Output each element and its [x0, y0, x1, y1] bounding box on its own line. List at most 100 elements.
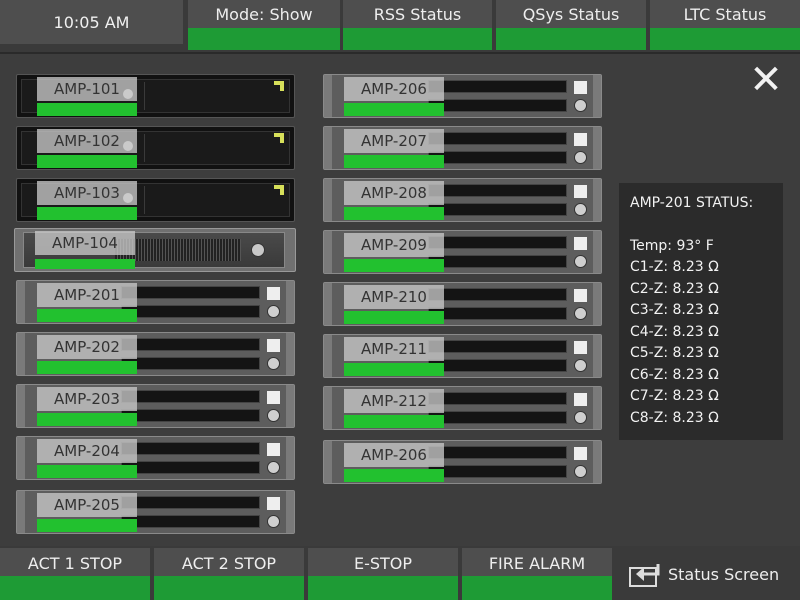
brand-logo-icon	[574, 447, 587, 460]
amp-209[interactable]: AMP-209	[323, 230, 602, 274]
amp-status-indicator	[344, 103, 444, 116]
amp-status-indicator	[344, 469, 444, 482]
act2-stop-label: ACT 2 STOP	[181, 553, 277, 573]
amp-label: AMP-210	[344, 285, 444, 309]
act2-stop-indicator	[154, 576, 304, 600]
knob-icon	[574, 203, 587, 216]
amp-206-b[interactable]: AMP-206	[323, 440, 602, 484]
amp-211[interactable]: AMP-211	[323, 334, 602, 378]
knob-icon	[574, 151, 587, 164]
tab-ltc-status[interactable]: LTC Status	[650, 0, 800, 50]
status-channel: C3-Z: 8.23 Ω	[630, 302, 719, 318]
brand-logo-icon	[267, 443, 280, 456]
amp-status-indicator	[37, 155, 137, 168]
brand-logo-icon	[574, 185, 587, 198]
brand-logo-icon	[574, 289, 587, 302]
amp-101[interactable]: AMP-101	[16, 74, 295, 118]
knob-icon	[267, 305, 280, 318]
tab-mode-indicator	[188, 28, 340, 50]
tab-rss-status[interactable]: RSS Status	[343, 0, 492, 50]
amp-status-indicator	[35, 259, 135, 269]
amp-label: AMP-104	[35, 231, 135, 255]
tab-mode[interactable]: Mode: Show	[188, 0, 340, 50]
act1-stop-label: ACT 1 STOP	[27, 553, 123, 573]
tab-rss-status-label: RSS Status	[373, 4, 462, 24]
amp-label: AMP-201	[37, 283, 137, 307]
amp-label: AMP-209	[344, 233, 444, 257]
amp-label: AMP-212	[344, 389, 444, 413]
brand-logo-icon	[267, 339, 280, 352]
brand-logo-icon	[574, 393, 587, 406]
fire-alarm-button[interactable]: FIRE ALARM	[462, 548, 612, 600]
amp-status-indicator	[37, 309, 137, 322]
amp-204[interactable]: AMP-204	[16, 436, 295, 480]
back-arrow-icon	[629, 564, 660, 587]
amp-203[interactable]: AMP-203	[16, 384, 295, 428]
brand-logo-icon	[574, 81, 587, 94]
amp-status-indicator	[344, 155, 444, 168]
brand-logo-icon	[267, 287, 280, 300]
amp-202[interactable]: AMP-202	[16, 332, 295, 376]
amp-label: AMP-208	[344, 181, 444, 205]
act1-stop-button[interactable]: ACT 1 STOP	[0, 548, 150, 600]
fire-alarm-label: FIRE ALARM	[488, 553, 586, 573]
e-stop-button[interactable]: E-STOP	[308, 548, 458, 600]
amp-status-indicator	[344, 259, 444, 272]
amp-205[interactable]: AMP-205	[16, 490, 295, 534]
knob-icon	[574, 255, 587, 268]
amp-201[interactable]: AMP-201	[16, 280, 295, 324]
amp-status-indicator	[37, 103, 137, 116]
amp-103[interactable]: AMP-103	[16, 178, 295, 222]
amp-status-indicator	[344, 363, 444, 376]
amp-status-indicator	[344, 207, 444, 220]
amp-label: AMP-211	[344, 337, 444, 361]
close-icon[interactable]: ✕	[748, 60, 784, 100]
status-channel: C7-Z: 8.23 Ω	[630, 388, 719, 404]
status-screen-button[interactable]: Status Screen	[614, 548, 800, 600]
amp-212[interactable]: AMP-212	[323, 386, 602, 430]
brand-logo-icon	[574, 133, 587, 146]
brand-logo-icon	[267, 391, 280, 404]
amp-status-indicator	[37, 207, 137, 220]
brand-logo-icon	[267, 497, 280, 510]
status-temp: Temp: 93° F	[630, 237, 714, 254]
e-stop-indicator	[308, 576, 458, 600]
amp-210[interactable]: AMP-210	[323, 282, 602, 326]
amp-207[interactable]: AMP-207	[323, 126, 602, 170]
clock: 10:05 AM	[0, 0, 183, 44]
amp-104[interactable]: AMP-104	[14, 228, 296, 272]
status-channel: C6-Z: 8.23 Ω	[630, 366, 719, 383]
amp-status-indicator	[37, 413, 137, 426]
status-channel: C8-Z: 8.23 Ω	[630, 409, 719, 426]
bottom-bar: ACT 1 STOP ACT 2 STOP E-STOP FIRE ALARM …	[0, 546, 800, 600]
tab-qsys-status[interactable]: QSys Status	[496, 0, 646, 50]
amp-status-panel: AMP-201 STATUS: Temp: 93° F C1-Z: 8.23 Ω…	[619, 183, 783, 440]
tab-rss-status-indicator	[343, 28, 492, 50]
knob-icon	[267, 409, 280, 422]
amp-208[interactable]: AMP-208	[323, 178, 602, 222]
amp-label: AMP-103	[37, 181, 137, 205]
amp-label: AMP-202	[37, 335, 137, 359]
amp-206[interactable]: AMP-206	[323, 74, 602, 118]
amp-status-indicator	[344, 311, 444, 324]
amp-label: AMP-205	[37, 493, 137, 517]
amp-status-indicator	[37, 519, 137, 532]
tab-ltc-status-indicator	[650, 28, 800, 50]
brand-logo-icon	[574, 341, 587, 354]
status-screen-label: Status Screen	[668, 564, 780, 584]
top-bar: 10:05 AM Mode: Show RSS Status QSys Stat…	[0, 0, 800, 52]
knob-icon	[574, 411, 587, 424]
amp-status-indicator	[344, 415, 444, 428]
knob-icon	[251, 243, 265, 257]
knob-icon	[574, 307, 587, 320]
knob-icon	[267, 515, 280, 528]
tab-qsys-status-indicator	[496, 28, 646, 50]
amp-102[interactable]: AMP-102	[16, 126, 295, 170]
knob-icon	[574, 359, 587, 372]
e-stop-label: E-STOP	[353, 553, 413, 573]
amp-label: AMP-102	[37, 129, 137, 153]
tab-qsys-status-label: QSys Status	[522, 4, 620, 24]
amp-label: AMP-206	[344, 443, 444, 467]
act2-stop-button[interactable]: ACT 2 STOP	[154, 548, 304, 600]
amp-label: AMP-203	[37, 387, 137, 411]
